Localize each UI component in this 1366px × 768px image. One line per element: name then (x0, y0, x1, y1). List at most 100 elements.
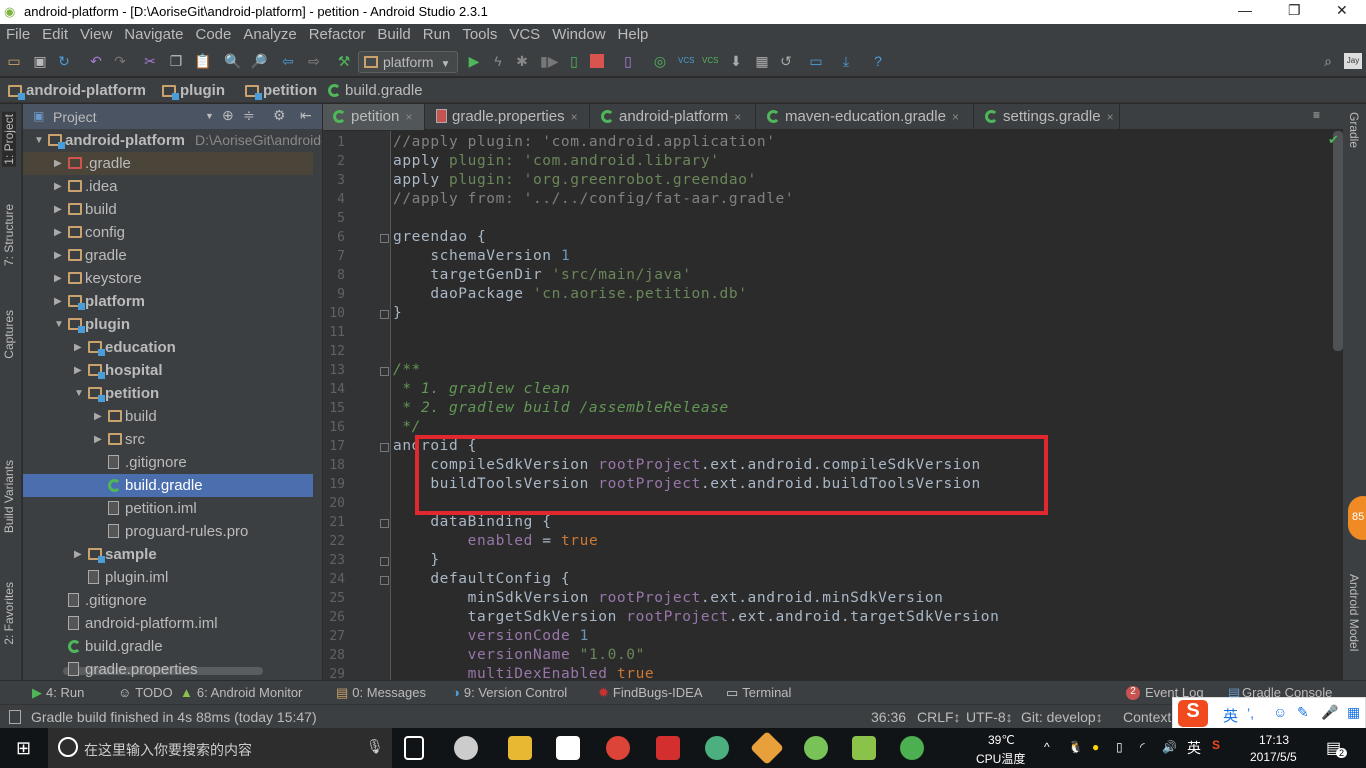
performance-badge[interactable]: 85 (1348, 496, 1366, 540)
run-configuration-select[interactable]: platform ▼ (358, 51, 458, 73)
editor-scrollbar[interactable] (1333, 131, 1343, 351)
app-icon-red[interactable] (656, 736, 680, 760)
menu-window[interactable]: Window (546, 24, 611, 46)
app-icon-green[interactable] (705, 736, 729, 760)
fold-marker-icon[interactable] (380, 519, 389, 528)
emoji-icon[interactable]: ☺ (1273, 704, 1287, 720)
collapsed-arrow-icon[interactable]: ▶ (54, 152, 62, 175)
tool-tab-project[interactable]: 1: Project (2, 112, 16, 167)
input-language[interactable]: 英 (1187, 738, 1201, 758)
taskbar-search[interactable]: 在这里输入你要搜索的内容 🎙 (48, 728, 392, 768)
tree-item[interactable]: ▶ gradle (23, 244, 313, 267)
qq-icon[interactable]: 🐧 (1068, 740, 1083, 754)
tool-window-run[interactable]: ▶ 4: Run (32, 685, 84, 701)
tree-item[interactable]: ▼ plugin (23, 313, 313, 336)
project-structure-icon[interactable]: ▦ (754, 53, 770, 69)
breadcrumb-item[interactable]: plugin (162, 82, 225, 100)
tool-tab-structure[interactable]: 7: Structure (2, 204, 16, 266)
tree-item[interactable]: proguard-rules.pro (23, 520, 313, 543)
tree-item[interactable]: ▶ .gradle (23, 152, 313, 175)
fold-marker-icon[interactable] (380, 310, 389, 319)
menu-vcs[interactable]: VCS (503, 24, 546, 46)
wechat-icon[interactable] (900, 736, 924, 760)
clock-date[interactable]: 2017/5/5 (1250, 750, 1297, 764)
tool-tab-gradle[interactable]: Gradle (1347, 112, 1361, 148)
code-editor[interactable]: //apply plugin: 'com.android.application… (392, 131, 1343, 680)
collapsed-arrow-icon[interactable]: ▶ (54, 175, 62, 198)
expanded-arrow-icon[interactable]: ▼ (34, 129, 44, 152)
copy-icon[interactable]: ❐ (168, 53, 184, 69)
replace-icon[interactable]: 🔎 (250, 53, 267, 69)
fold-marker-icon[interactable] (380, 367, 389, 376)
ime-punct[interactable]: ’, (1247, 705, 1254, 721)
tree-item[interactable]: ▶ education (23, 336, 313, 359)
collapsed-arrow-icon[interactable]: ▶ (74, 359, 82, 382)
volume-icon[interactable]: 🔊 (1162, 740, 1177, 754)
ime-language[interactable]: 英 (1223, 705, 1238, 726)
tool-tab-captures[interactable]: Captures (2, 310, 16, 359)
undo-icon[interactable]: ↶ (88, 53, 104, 69)
tree-scrollbar[interactable] (313, 129, 321, 680)
tab-settings-gradle[interactable]: settings.gradle × (975, 104, 1120, 130)
toolbox-icon[interactable]: ▦ (1347, 704, 1360, 721)
tool-window-android-monitor[interactable]: ▲ 6: Android Monitor (180, 685, 302, 700)
avd-manager-icon[interactable]: ▯ (620, 53, 636, 69)
tab-close-icon[interactable]: × (952, 110, 959, 124)
sogou-tray-icon[interactable]: S (1212, 738, 1220, 752)
tool-window-todo[interactable]: ☺ TODO (118, 685, 173, 700)
tool-tab-favorites[interactable]: 2: Favorites (2, 582, 16, 645)
tree-item[interactable]: gradle.properties (23, 658, 313, 680)
fold-marker-icon[interactable] (380, 443, 389, 452)
vcs-update-icon[interactable]: VCS (678, 53, 694, 69)
tree-item[interactable]: ▼ android-platform D:\AoriseGit\android-pl… (23, 129, 322, 152)
fold-marker-icon[interactable] (380, 557, 389, 566)
menu-view[interactable]: View (74, 24, 118, 46)
tree-item[interactable]: android-platform.iml (23, 612, 313, 635)
wifi-icon[interactable]: ◜ (1140, 740, 1145, 754)
tree-item[interactable]: plugin.iml (23, 566, 313, 589)
menu-navigate[interactable]: Navigate (118, 24, 189, 46)
tab-maven-education-gradle[interactable]: maven-education.gradle × (757, 104, 974, 130)
tab-android-platform[interactable]: android-platform × (591, 104, 756, 130)
stop-icon[interactable] (590, 54, 604, 68)
tab-petition[interactable]: petition × (323, 104, 425, 130)
sync-icon[interactable]: ↻ (56, 53, 72, 69)
tree-item[interactable]: ▶ src (23, 428, 313, 451)
menu-run[interactable]: Run (417, 24, 457, 46)
user-avatar[interactable]: Jay (1344, 53, 1362, 69)
tree-item[interactable]: petition.iml (23, 497, 313, 520)
show-hidden-icons[interactable]: ^ (1044, 740, 1050, 754)
tree-item[interactable]: ▶ build (23, 198, 313, 221)
tree-item[interactable]: ▶ .idea (23, 175, 313, 198)
save-icon[interactable]: ▣ (32, 53, 48, 69)
tree-item[interactable]: build.gradle (23, 635, 313, 658)
tool-window-messages[interactable]: ▤ 0: Messages (336, 685, 426, 701)
windows-start-icon[interactable]: ⊞ (16, 738, 31, 759)
chevron-down-icon[interactable]: ▼ (205, 111, 214, 121)
sdk-download-icon[interactable]: ⤓ (838, 53, 854, 69)
breadcrumb-item[interactable]: petition (245, 82, 317, 100)
scroll-from-source-icon[interactable]: ⊕ (222, 107, 234, 124)
sdk-manager-icon[interactable]: ⬇ (728, 53, 744, 69)
back-icon[interactable]: ⇦ (280, 53, 296, 69)
menu-help[interactable]: Help (612, 24, 655, 46)
menu-tools[interactable]: Tools (456, 24, 503, 46)
profile-icon[interactable]: ▮▶ (540, 53, 558, 69)
cursor-position[interactable]: 36:36 (871, 709, 906, 725)
fold-marker-icon[interactable] (380, 234, 389, 243)
sync-gradle-icon[interactable]: ◎ (652, 53, 668, 69)
microphone-icon[interactable]: 🎤 (1321, 704, 1338, 721)
breadcrumb-item[interactable]: build.gradle (328, 82, 423, 99)
collapse-all-icon[interactable]: ≑ (243, 107, 255, 124)
store-icon[interactable] (556, 736, 580, 760)
collapsed-arrow-icon[interactable]: ▶ (54, 244, 62, 267)
minimize-button[interactable]: — (1238, 2, 1252, 18)
collapsed-arrow-icon[interactable]: ▶ (54, 290, 62, 313)
expanded-arrow-icon[interactable]: ▼ (54, 313, 64, 336)
tree-item[interactable]: build.gradle (23, 474, 313, 497)
tab-close-icon[interactable]: × (571, 110, 578, 124)
clock-time[interactable]: 17:13 (1259, 733, 1289, 747)
expanded-arrow-icon[interactable]: ▼ (74, 382, 84, 405)
redo-icon[interactable]: ↷ (112, 53, 128, 69)
tool-tab-build-variants[interactable]: Build Variants (2, 460, 16, 533)
